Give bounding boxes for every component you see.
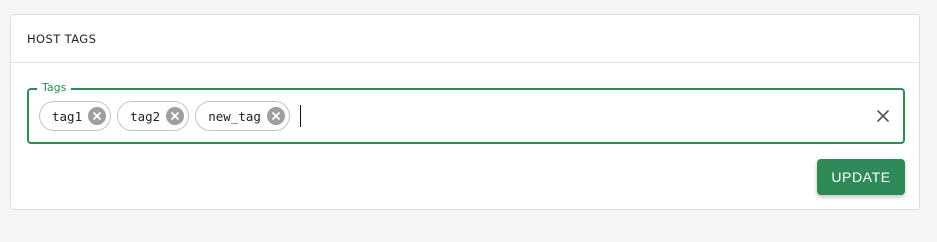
- card-title: HOST TAGS: [27, 31, 97, 46]
- update-button[interactable]: UPDATE: [817, 159, 905, 195]
- tags-field[interactable]: Tags tag1 tag2 new_tag: [27, 81, 905, 144]
- chip-remove-icon[interactable]: [166, 107, 185, 125]
- text-caret: [299, 105, 301, 127]
- close-icon: [877, 110, 889, 122]
- clear-tags-button[interactable]: [873, 106, 893, 126]
- chip-remove-icon[interactable]: [266, 107, 285, 125]
- tag-chip-label: new_tag: [208, 108, 261, 124]
- tag-chip: tag1: [39, 101, 112, 131]
- chip-remove-icon[interactable]: [88, 107, 107, 125]
- tag-chip-label: tag2: [130, 108, 161, 124]
- tag-chip-label: tag1: [52, 108, 83, 124]
- card-header: HOST TAGS: [11, 15, 919, 63]
- host-tags-card: HOST TAGS Tags tag1 tag2 new_tag UPDATE: [10, 14, 920, 210]
- tag-chip: tag2: [117, 101, 190, 131]
- tags-field-label: Tags: [37, 81, 72, 95]
- tag-chip: new_tag: [195, 101, 290, 131]
- tag-chip-list: tag1 tag2 new_tag: [39, 100, 301, 132]
